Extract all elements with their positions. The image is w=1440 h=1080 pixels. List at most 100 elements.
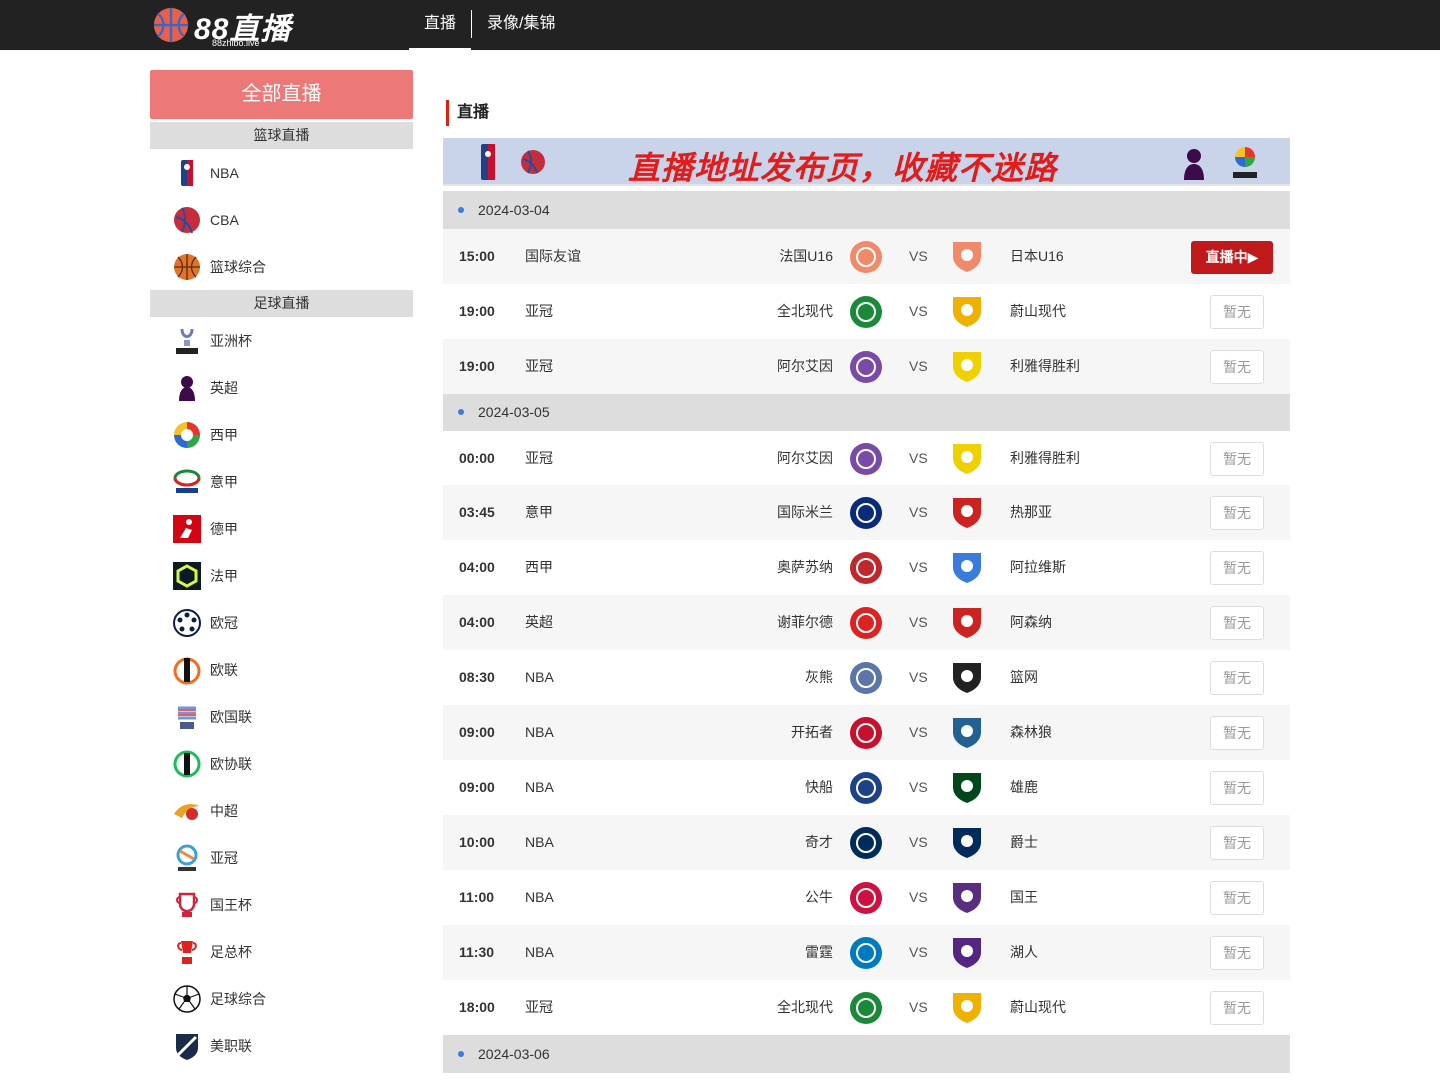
match-league: NBA [525,724,554,740]
match-time: 11:00 [459,889,495,905]
away-team-name: 日本U16 [1010,248,1064,264]
home-team-name: 灰熊 [805,669,833,685]
basketball-section-heading: 篮球直播 [150,122,413,149]
home-team-logo-icon [850,296,882,328]
home-team-logo-icon [850,443,882,475]
match-league: NBA [525,779,554,795]
away-team-logo-icon [953,828,981,858]
asian-cup-icon [170,324,204,358]
match-row[interactable]: 11:00 NBA 公牛 VS 国王 暂无 [443,870,1290,925]
no-stream-button[interactable]: 暂无 [1210,716,1264,750]
conference-league-icon [170,747,204,781]
match-row[interactable]: 08:30 NBA 灰熊 VS 篮网 暂无 [443,650,1290,705]
no-stream-button[interactable]: 暂无 [1210,295,1264,329]
away-team-name: 蔚山现代 [1010,303,1066,319]
cba-icon [170,203,204,237]
home-team-logo-icon [850,241,882,273]
vs-label: VS [909,450,928,466]
no-stream-button[interactable]: 暂无 [1210,936,1264,970]
match-time: 03:45 [459,504,495,520]
sidebar-item-basketball-general[interactable]: 篮球综合 [150,243,413,290]
match-row[interactable]: 00:00 亚冠 阿尔艾因 VS 利雅得胜利 暂无 [443,431,1290,486]
match-time: 19:00 [459,303,495,319]
serie-a-icon [170,465,204,499]
sidebar-item-laliga[interactable]: 西甲 [150,411,413,458]
sidebar-item-label: 欧国联 [210,708,252,725]
date-row: 2024-03-04 [443,191,1290,229]
sidebar-item-csl[interactable]: 中超 [150,787,413,834]
sidebar-item-label: 国王杯 [210,896,252,913]
away-team-name: 篮网 [1010,669,1038,685]
sidebar-item-label: NBA [210,164,239,181]
vs-label: VS [909,889,928,905]
date-row: 2024-03-06 [443,1035,1290,1073]
no-stream-button[interactable]: 暂无 [1210,350,1264,384]
sidebar-item-uel[interactable]: 欧联 [150,646,413,693]
no-stream-button[interactable]: 暂无 [1210,442,1264,476]
sidebar-item-ligue1[interactable]: 法甲 [150,552,413,599]
no-stream-button[interactable]: 暂无 [1210,496,1264,530]
vs-label: VS [909,614,928,630]
sidebar-item-fa-cup[interactable]: 足总杯 [150,928,413,975]
sidebar-item-copa-del-rey[interactable]: 国王杯 [150,881,413,928]
home-team-name: 阿尔艾因 [777,450,833,466]
match-schedule: 2024-03-04 2024-03-05 2024-03-06 15:00 国际… [443,0,1290,1080]
match-time: 00:00 [459,450,495,466]
home-team-logo-icon [850,717,882,749]
sidebar-item-ucl[interactable]: 欧冠 [150,599,413,646]
vs-label: VS [909,559,928,575]
mls-icon [170,1029,204,1063]
match-time: 04:00 [459,614,495,630]
home-team-name: 快船 [805,779,833,795]
sidebar-item-afc-cl[interactable]: 亚冠 [150,834,413,881]
basketball-logo-icon [153,7,189,43]
vs-label: VS [909,669,928,685]
match-row[interactable]: 09:00 NBA 开拓者 VS 森林狼 暂无 [443,705,1290,760]
match-row[interactable]: 04:00 英超 谢菲尔德 VS 阿森纳 暂无 [443,595,1290,650]
away-team-logo-icon [953,498,981,528]
match-row[interactable]: 19:00 亚冠 全北现代 VS 蔚山现代 暂无 [443,284,1290,339]
sidebar-item-nba[interactable]: NBA [150,149,413,196]
match-league: 亚冠 [525,358,553,374]
match-league: 亚冠 [525,303,553,319]
match-row[interactable]: 18:00 亚冠 全北现代 VS 蔚山现代 暂无 [443,980,1290,1035]
no-stream-button[interactable]: 暂无 [1210,551,1264,585]
match-row[interactable]: 10:00 NBA 奇才 VS 爵士 暂无 [443,815,1290,870]
sidebar-item-label: 欧协联 [210,755,252,772]
home-team-name: 雷霆 [805,944,833,960]
match-row[interactable]: 15:00 国际友谊 法国U16 VS 日本U16 直播中▶ [443,229,1290,284]
all-live-button[interactable]: 全部直播 [150,70,413,119]
away-team-name: 蔚山现代 [1010,999,1066,1015]
no-stream-button[interactable]: 暂无 [1210,991,1264,1025]
date-label: 2024-03-06 [478,1046,550,1062]
no-stream-button[interactable]: 暂无 [1210,826,1264,860]
match-time: 10:00 [459,834,495,850]
basketball-icon [170,250,204,284]
sidebar-item-nations-league[interactable]: 欧国联 [150,693,413,740]
match-row[interactable]: 04:00 西甲 奥萨苏纳 VS 阿拉维斯 暂无 [443,540,1290,595]
sidebar-item-serie-a[interactable]: 意甲 [150,458,413,505]
sidebar-item-mls[interactable]: 美职联 [150,1022,413,1069]
sidebar-item-premier-league[interactable]: 英超 [150,364,413,411]
nba-icon [170,156,204,190]
vs-label: VS [909,504,928,520]
live-button[interactable]: 直播中▶ [1191,241,1273,274]
match-row[interactable]: 11:30 NBA 雷霆 VS 湖人 暂无 [443,925,1290,980]
no-stream-button[interactable]: 暂无 [1210,881,1264,915]
match-row[interactable]: 03:45 意甲 国际米兰 VS 热那亚 暂无 [443,485,1290,540]
match-time: 09:00 [459,724,495,740]
vs-label: VS [909,303,928,319]
away-team-name: 阿森纳 [1010,614,1052,630]
sidebar-item-football-general[interactable]: 足球综合 [150,975,413,1022]
sidebar-item-bundesliga[interactable]: 德甲 [150,505,413,552]
site-logo[interactable]: 88直播 88zhibo.live [152,4,292,48]
sidebar-item-cba[interactable]: CBA [150,196,413,243]
match-row[interactable]: 19:00 亚冠 阿尔艾因 VS 利雅得胜利 暂无 [443,339,1290,394]
no-stream-button[interactable]: 暂无 [1210,661,1264,695]
match-row[interactable]: 09:00 NBA 快船 VS 雄鹿 暂无 [443,760,1290,815]
sidebar-item-asian-cup[interactable]: 亚洲杯 [150,317,413,364]
no-stream-button[interactable]: 暂无 [1210,606,1264,640]
sidebar-item-conference-league[interactable]: 欧协联 [150,740,413,787]
home-team-name: 奥萨苏纳 [777,559,833,575]
no-stream-button[interactable]: 暂无 [1210,771,1264,805]
